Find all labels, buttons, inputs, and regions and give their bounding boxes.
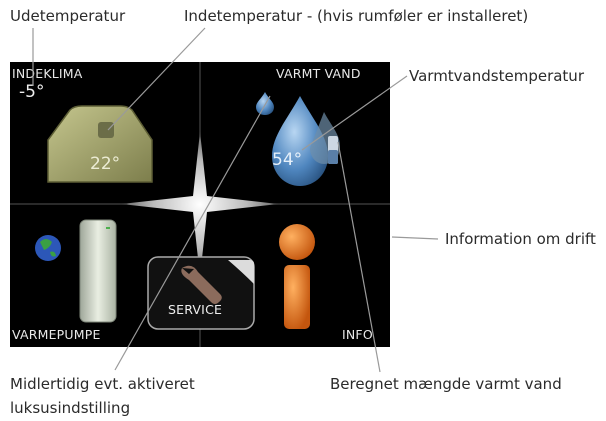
indoor-temp-value: 22° [90,154,121,174]
info-dot-icon [279,224,315,260]
heat-pump-tile[interactable] [35,219,117,323]
indoor-temp-callout: Indetemperatur - (hvis rumføler er insta… [184,7,529,25]
info-label: INFO [342,327,373,342]
service-tile[interactable] [147,256,255,330]
heat-pump-unit-icon [79,219,117,323]
globe-icon [35,235,61,261]
operation-info-leader [391,236,439,240]
info-tile[interactable] [279,224,315,329]
display-screen: INDEKLIMA VARMT VAND VARMEPUMPE INFO -5°… [10,62,390,347]
small-water-drop-icon [256,92,274,115]
service-label[interactable]: SERVICE [168,302,222,317]
water-level-fill [328,150,338,164]
house-window-icon [98,122,114,138]
luxury-setting-callout-line1: Midlertidig evt. aktiveret [10,375,195,393]
luxury-setting-callout-line2: luksusindstilling [10,399,131,417]
hot-water-temp-callout: Varmtvandstemperatur [409,67,584,85]
operation-info-callout: Information om drift [445,230,596,248]
hot-water-tile[interactable] [256,92,340,186]
heat-pump-label: VARMEPUMPE [12,327,101,342]
hot-water-label: VARMT VAND [276,66,361,81]
outdoor-temp-value: -5° [19,82,45,102]
indoor-climate-label: INDEKLIMA [12,66,83,81]
hot-water-amount-callout: Beregnet mængde varmt vand [330,375,562,393]
outdoor-temp-callout: Udetemperatur [10,7,126,25]
info-bar-icon [284,265,310,329]
hot-water-temp-value: 54° [272,150,303,170]
